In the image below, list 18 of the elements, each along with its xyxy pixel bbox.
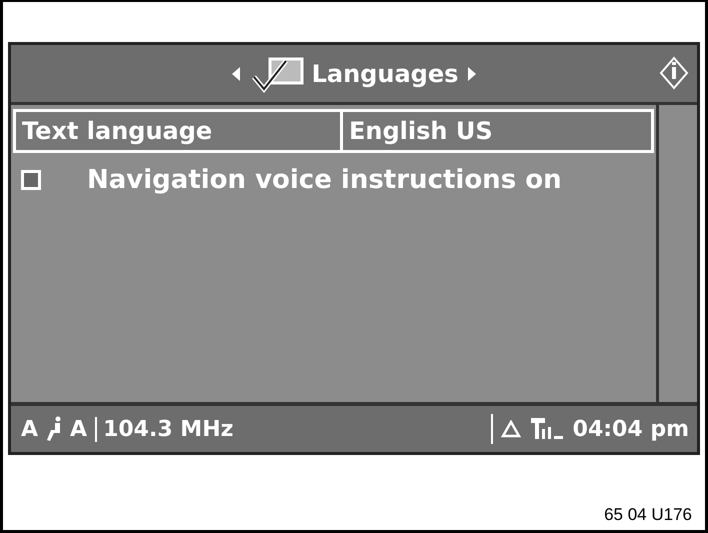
- signal-strength-icon: [528, 417, 565, 441]
- right-arrow-icon[interactable]: [466, 66, 478, 82]
- warning-triangle-icon: [500, 420, 521, 438]
- radio-frequency: 104.3 MHz: [95, 416, 234, 442]
- checkbox[interactable]: [21, 170, 41, 190]
- checkmark-box-icon: [250, 54, 304, 92]
- info-icon[interactable]: [659, 56, 689, 90]
- text-language-row[interactable]: Text language English US: [13, 109, 654, 153]
- option-label: Navigation voice instructions on: [87, 165, 562, 195]
- mode-indicator: A: [70, 416, 88, 442]
- screen-title: Languages: [312, 60, 458, 88]
- figure-code: 65 04 U176: [604, 505, 692, 525]
- mode-indicator: A: [21, 416, 38, 442]
- clock-time: 04:04 pm: [572, 416, 689, 442]
- left-arrow-icon[interactable]: [230, 66, 242, 82]
- setting-label: Text language: [16, 112, 343, 150]
- seat-icon: [46, 416, 62, 442]
- setting-value: English US: [348, 116, 494, 147]
